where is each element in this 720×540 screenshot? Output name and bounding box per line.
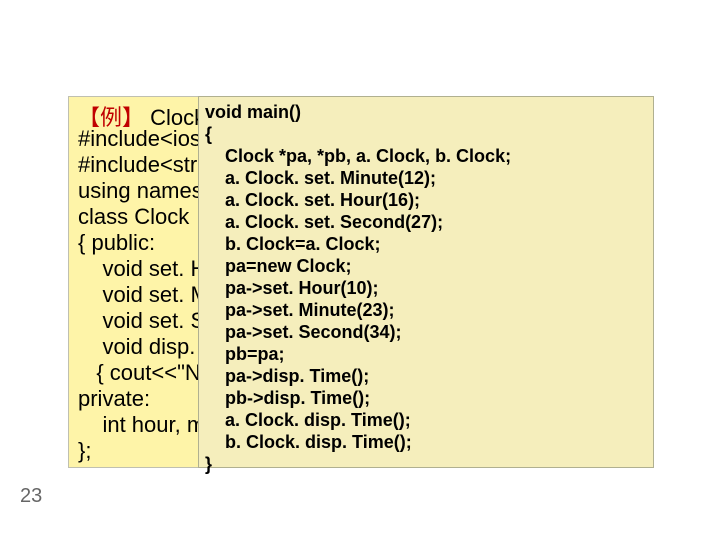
slide: 【例】 Clock #include<iost #include<strin u… [0,0,720,540]
overlay-code-box: void main() { Clock *pa, *pb, a. Clock, … [198,96,654,468]
content-area: 【例】 Clock #include<iost #include<strin u… [68,96,650,466]
overlay-code-block: void main() { Clock *pa, *pb, a. Clock, … [205,101,511,475]
page-number: 23 [20,485,42,508]
